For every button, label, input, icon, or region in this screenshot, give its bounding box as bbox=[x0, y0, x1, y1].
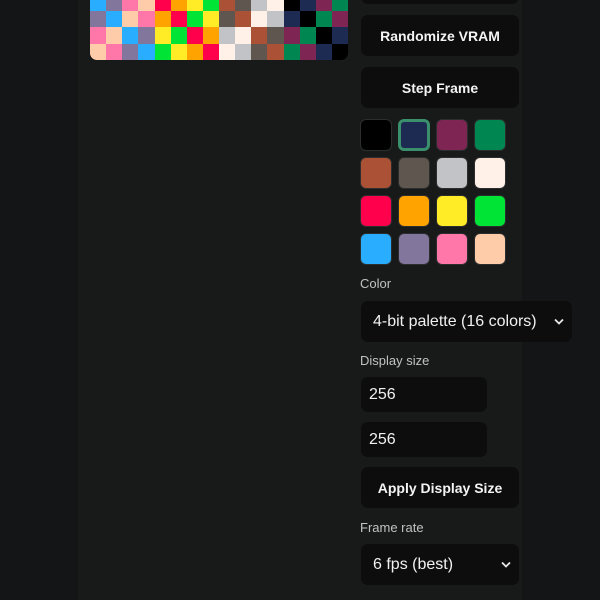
vram-pixel bbox=[122, 10, 139, 27]
apply-display-size-button[interactable]: Apply Display Size bbox=[361, 467, 519, 508]
vram-pixel bbox=[106, 43, 123, 60]
vram-pixel bbox=[267, 27, 284, 44]
vram-pixel bbox=[202, 0, 219, 11]
vram-pixel bbox=[90, 43, 107, 60]
vram-pixel bbox=[202, 43, 219, 60]
vram-pixel bbox=[154, 0, 171, 11]
vram-pixel bbox=[154, 43, 171, 60]
vram-pixel bbox=[283, 27, 300, 44]
palette-swatch[interactable] bbox=[398, 119, 430, 151]
vram-pixel bbox=[235, 10, 252, 27]
vram-pixel bbox=[90, 27, 107, 44]
palette-swatch[interactable] bbox=[398, 195, 430, 227]
vram-pixel bbox=[315, 43, 332, 60]
vram-pixel bbox=[186, 27, 203, 44]
vram-pixel bbox=[299, 0, 316, 11]
vram-pixel bbox=[138, 0, 155, 11]
vram-pixel bbox=[267, 43, 284, 60]
palette-swatch[interactable] bbox=[398, 233, 430, 265]
vram-pixel bbox=[106, 0, 123, 11]
palette-swatch[interactable] bbox=[474, 195, 506, 227]
chevron-down-icon bbox=[554, 318, 564, 325]
palette-swatch[interactable] bbox=[436, 233, 468, 265]
vram-pixel bbox=[202, 10, 219, 27]
vram-pixel bbox=[106, 10, 123, 27]
vram-pixel bbox=[202, 27, 219, 44]
color-select[interactable]: 4-bit palette (16 colors) bbox=[361, 301, 572, 342]
frame-rate-select-value: 6 fps (best) bbox=[373, 555, 454, 573]
vram-pixel bbox=[170, 10, 187, 27]
display-size-label: Display size bbox=[360, 353, 430, 368]
vram-pixel bbox=[219, 0, 236, 11]
vram-pixel bbox=[299, 27, 316, 44]
palette-grid bbox=[360, 119, 510, 265]
vram-pixel bbox=[315, 27, 332, 44]
vram-pixel bbox=[251, 43, 268, 60]
vram-pixel bbox=[154, 27, 171, 44]
vram-pixel bbox=[331, 10, 348, 27]
vram-pixel bbox=[315, 10, 332, 27]
vram-pixel bbox=[267, 0, 284, 11]
palette-swatch[interactable] bbox=[360, 233, 392, 265]
vram-pixel bbox=[122, 43, 139, 60]
vram-pixel bbox=[90, 0, 107, 11]
frame-rate-label: Frame rate bbox=[360, 520, 424, 535]
vram-pixel bbox=[283, 0, 300, 11]
vram-pixel bbox=[186, 43, 203, 60]
step-frame-button[interactable]: Step Frame bbox=[361, 67, 519, 108]
vram-pixel bbox=[170, 43, 187, 60]
palette-swatch[interactable] bbox=[360, 157, 392, 189]
display-width-input[interactable]: 256 bbox=[361, 377, 487, 412]
vram-pixel bbox=[235, 27, 252, 44]
vram-pixel bbox=[138, 10, 155, 27]
vram-pixel bbox=[331, 27, 348, 44]
vram-pixel bbox=[331, 43, 348, 60]
vram-pixel bbox=[138, 27, 155, 44]
vram-pixel bbox=[154, 10, 171, 27]
palette-swatch[interactable] bbox=[360, 119, 392, 151]
vram-pixel bbox=[90, 10, 107, 27]
color-select-value: 4-bit palette (16 colors) bbox=[373, 312, 537, 330]
palette-swatch[interactable] bbox=[474, 119, 506, 151]
previous-button-partial[interactable] bbox=[361, 0, 519, 4]
vram-preview bbox=[90, 0, 348, 60]
vram-pixel bbox=[251, 10, 268, 27]
vram-pixel bbox=[251, 0, 268, 11]
vram-pixel bbox=[219, 10, 236, 27]
vram-pixel bbox=[186, 0, 203, 11]
chevron-down-icon bbox=[501, 561, 511, 568]
display-height-input[interactable]: 256 bbox=[361, 422, 487, 457]
vram-pixel bbox=[219, 43, 236, 60]
vram-pixel bbox=[283, 10, 300, 27]
vram-pixel bbox=[106, 27, 123, 44]
palette-swatch[interactable] bbox=[474, 233, 506, 265]
vram-pixel bbox=[235, 0, 252, 11]
frame-rate-select[interactable]: 6 fps (best) bbox=[361, 544, 519, 585]
vram-pixel bbox=[299, 43, 316, 60]
vram-pixel bbox=[170, 27, 187, 44]
vram-pixel bbox=[235, 43, 252, 60]
vram-pixel bbox=[186, 10, 203, 27]
vram-pixel bbox=[170, 0, 187, 11]
vram-pixel bbox=[219, 27, 236, 44]
palette-swatch[interactable] bbox=[360, 195, 392, 227]
randomize-vram-button[interactable]: Randomize VRAM bbox=[361, 15, 519, 56]
palette-swatch[interactable] bbox=[436, 119, 468, 151]
palette-swatch[interactable] bbox=[474, 157, 506, 189]
vram-pixel bbox=[251, 27, 268, 44]
vram-pixel bbox=[331, 0, 348, 11]
vram-pixel bbox=[315, 0, 332, 11]
palette-swatch[interactable] bbox=[436, 157, 468, 189]
vram-pixel bbox=[122, 27, 139, 44]
vram-pixel bbox=[138, 43, 155, 60]
palette-swatch[interactable] bbox=[436, 195, 468, 227]
palette-swatch[interactable] bbox=[398, 157, 430, 189]
color-label: Color bbox=[360, 276, 392, 291]
vram-pixel bbox=[122, 0, 139, 11]
vram-pixel bbox=[267, 10, 284, 27]
vram-pixel bbox=[283, 43, 300, 60]
vram-pixel bbox=[299, 10, 316, 27]
